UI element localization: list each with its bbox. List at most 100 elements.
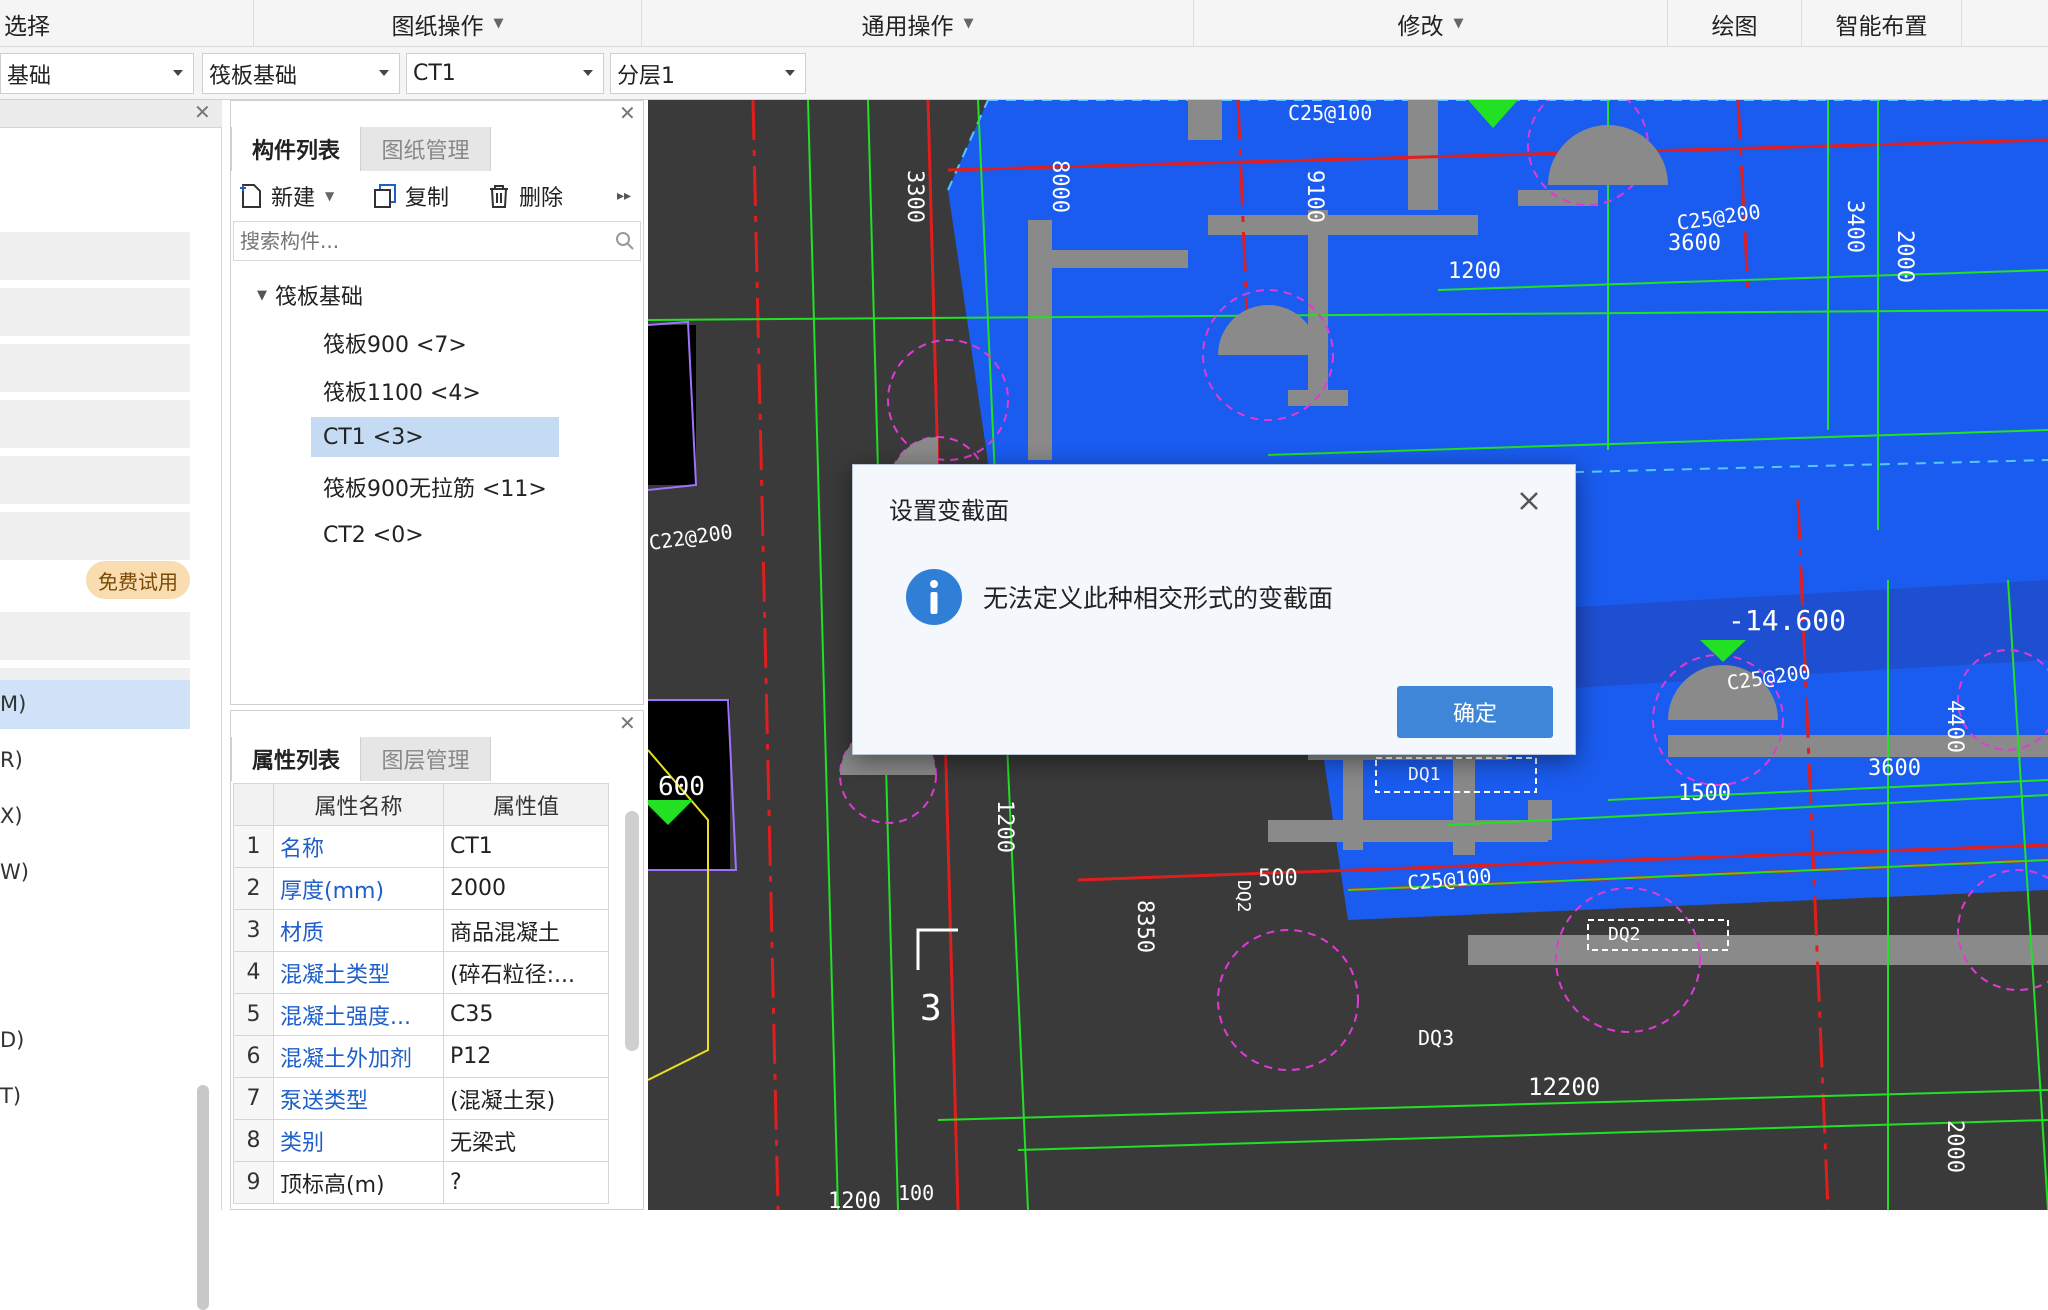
new-button[interactable]: 新建 ▼ bbox=[237, 177, 334, 215]
property-table: 属性名称 属性值 1 名称 CT1 2 厚度(mm) 2000 3 材质 商品混… bbox=[233, 783, 609, 1204]
menu-common-ops[interactable]: 通用操作 ▼ bbox=[642, 0, 1194, 47]
main-menubar: 选择 图纸操作 ▼ 通用操作 ▼ 修改 ▼ 绘图 智能布置 bbox=[0, 0, 2048, 47]
nav-tile[interactable] bbox=[0, 456, 190, 504]
nav-tile[interactable] bbox=[0, 288, 190, 336]
property-name: 名称 bbox=[273, 825, 444, 868]
copy-button[interactable]: 复制 bbox=[371, 177, 449, 215]
tab-drawing-management[interactable]: 图纸管理 bbox=[361, 127, 491, 171]
nav-tile[interactable] bbox=[0, 232, 190, 280]
property-value[interactable]: 2000 bbox=[443, 867, 609, 910]
table-row[interactable]: 4 混凝土类型 (碎石粒径:... bbox=[233, 951, 609, 994]
left-panel-header bbox=[0, 100, 222, 128]
property-name: 混凝土外加剂 bbox=[273, 1035, 444, 1078]
expand-caret-icon[interactable]: ▼ bbox=[257, 288, 267, 303]
dim-label: 12200 bbox=[1528, 1073, 1600, 1101]
menu-select-label: 选择 bbox=[4, 13, 50, 40]
menu-drawing-ops-label: 图纸操作 bbox=[391, 13, 484, 40]
delete-button[interactable]: 删除 bbox=[485, 177, 563, 215]
nav-tile[interactable] bbox=[0, 512, 190, 560]
nav-label: M) bbox=[0, 692, 27, 716]
section-number: 3 bbox=[920, 988, 942, 1029]
layer-dropdown-value: 分层1 bbox=[617, 63, 675, 89]
close-icon[interactable]: ✕ bbox=[619, 101, 636, 125]
nav-tile[interactable] bbox=[0, 344, 190, 392]
tab-layer-management[interactable]: 图层管理 bbox=[361, 737, 491, 781]
free-trial-badge[interactable]: 免费试用 bbox=[86, 561, 190, 599]
menu-modify[interactable]: 修改 ▼ bbox=[1194, 0, 1668, 47]
row-index: 4 bbox=[233, 951, 274, 994]
close-icon[interactable]: ✕ bbox=[619, 711, 636, 735]
table-row[interactable]: 3 材质 商品混凝土 bbox=[233, 909, 609, 952]
dim-label: 9100 bbox=[1302, 170, 1327, 223]
nav-label: W) bbox=[0, 860, 29, 884]
table-row[interactable]: 9 顶标高(m) ? bbox=[233, 1161, 609, 1204]
dim-label: 3300 bbox=[902, 170, 927, 223]
rebar-label: C22@200 bbox=[648, 519, 734, 554]
table-row[interactable]: 2 厚度(mm) 2000 bbox=[233, 867, 609, 910]
property-name: 混凝土强度... bbox=[273, 993, 444, 1036]
menu-select[interactable]: 选择 bbox=[0, 0, 254, 47]
dim-label: 3600 bbox=[1668, 231, 1721, 256]
table-row[interactable]: 6 混凝土外加剂 P12 bbox=[233, 1035, 609, 1078]
nav-label: T) bbox=[0, 1084, 22, 1108]
property-value[interactable]: C35 bbox=[443, 993, 609, 1036]
tree-root-raft-foundation[interactable]: ▼ 筏板基础 bbox=[257, 275, 363, 315]
menu-modify-label: 修改 bbox=[1397, 13, 1444, 40]
more-toolbar-button[interactable]: ▸▸ bbox=[617, 177, 631, 215]
component-search-box bbox=[233, 221, 641, 261]
tab-component-list[interactable]: 构件列表 bbox=[231, 127, 361, 171]
property-value[interactable]: (混凝土泵) bbox=[443, 1077, 609, 1120]
nav-tile[interactable] bbox=[0, 132, 190, 168]
type-dropdown-value: 筏板基础 bbox=[209, 63, 298, 89]
property-name: 泵送类型 bbox=[273, 1077, 444, 1120]
type-dropdown[interactable]: 筏板基础 bbox=[202, 53, 400, 94]
elevation-label: -14.600 bbox=[1728, 604, 1846, 637]
dim-label: 3400 bbox=[1842, 200, 1867, 253]
elevation-label: 600 bbox=[658, 772, 705, 802]
category-dropdown-value: 基础 bbox=[7, 63, 52, 89]
tree-item[interactable]: 筏板1100 <4> bbox=[317, 371, 487, 411]
delete-button-label: 删除 bbox=[519, 186, 564, 211]
table-row[interactable]: 1 名称 CT1 bbox=[233, 825, 609, 868]
close-icon[interactable] bbox=[1513, 485, 1545, 517]
component-dropdown[interactable]: CT1 bbox=[406, 53, 604, 94]
category-dropdown[interactable]: 基础 bbox=[0, 53, 194, 94]
chevron-down-icon[interactable]: ▼ bbox=[325, 189, 334, 203]
component-list-panel: ✕ 构件列表 图纸管理 新建 ▼ 复制 删除 ▸▸ 搜索构件... ▼ 筏板基础… bbox=[230, 100, 644, 705]
property-value[interactable]: P12 bbox=[443, 1035, 609, 1078]
left-panel-scrollbar[interactable] bbox=[197, 1085, 209, 1310]
property-value[interactable]: CT1 bbox=[443, 825, 609, 868]
property-table-header: 属性名称 属性值 bbox=[233, 783, 609, 826]
property-value[interactable]: (碎石粒径:... bbox=[443, 951, 609, 994]
tree-item-selected[interactable]: CT1 <3> bbox=[311, 417, 559, 457]
property-value[interactable]: 无梁式 bbox=[443, 1119, 609, 1162]
search-icon[interactable] bbox=[614, 230, 636, 252]
tree-item[interactable]: CT2 <0> bbox=[317, 515, 430, 555]
tree-item[interactable]: 筏板900 <7> bbox=[317, 323, 473, 363]
row-index: 1 bbox=[233, 825, 274, 868]
property-panel: ✕ 属性列表 图层管理 属性名称 属性值 1 名称 CT1 2 厚度(mm) 2… bbox=[230, 710, 644, 1210]
layer-dropdown[interactable]: 分层1 bbox=[610, 53, 806, 94]
tab-property-list[interactable]: 属性列表 bbox=[231, 737, 361, 781]
dim-label: 8000 bbox=[1047, 160, 1072, 213]
table-row[interactable]: 7 泵送类型 (混凝土泵) bbox=[233, 1077, 609, 1120]
nav-label: X) bbox=[0, 804, 23, 828]
table-row[interactable]: 5 混凝土强度... C35 bbox=[233, 993, 609, 1036]
row-index: 8 bbox=[233, 1119, 274, 1162]
menu-drawing-ops[interactable]: 图纸操作 ▼ bbox=[254, 0, 642, 47]
property-value[interactable]: ? bbox=[443, 1161, 609, 1204]
menu-draw[interactable]: 绘图 bbox=[1668, 0, 1802, 47]
ok-button[interactable]: 确定 bbox=[1397, 686, 1553, 738]
property-panel-scrollbar[interactable] bbox=[625, 811, 639, 1051]
header-property-name: 属性名称 bbox=[273, 783, 444, 826]
nav-tile[interactable] bbox=[0, 400, 190, 448]
tree-item[interactable]: 筏板900无拉筋 <11> bbox=[317, 467, 553, 507]
property-value[interactable]: 商品混凝土 bbox=[443, 909, 609, 952]
dialog-message: 无法定义此种相交形式的变截面 bbox=[983, 584, 1334, 613]
component-search-input[interactable] bbox=[238, 228, 598, 254]
menu-smart-layout[interactable]: 智能布置 bbox=[1802, 0, 1962, 47]
table-row[interactable]: 8 类别 无梁式 bbox=[233, 1119, 609, 1162]
nav-item-selected[interactable] bbox=[0, 680, 190, 729]
nav-tile[interactable] bbox=[0, 612, 190, 660]
close-icon[interactable]: ✕ bbox=[194, 100, 211, 124]
